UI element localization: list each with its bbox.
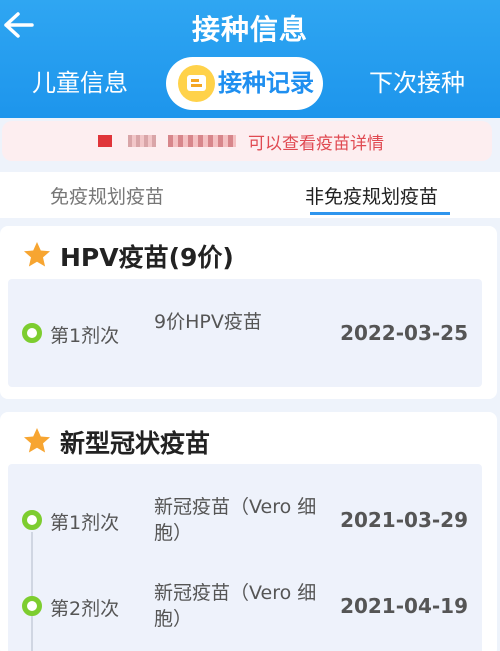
record-list: 第1剂次 新冠疫苗（Vero 细胞） 2021-03-29 第2剂次 新冠疫苗（… [8,464,482,651]
status-dot [22,323,42,343]
status-dot [22,510,42,530]
notice-banner[interactable]: 可以查看疫苗详情 [2,121,492,161]
page-title: 接种信息 [191,13,308,46]
star-icon [24,428,50,453]
record-row[interactable]: 第1剂次 9价HPV疫苗 2022-03-25 [8,279,482,387]
header-bar: 接种信息 儿童信息 接种记录 下次接种 [0,0,500,118]
vaccine-name: 新冠疫苗（Vero 细胞） [154,496,317,544]
active-tab-indicator [310,212,450,215]
redacted-block [128,135,156,147]
tab-vaccination-record[interactable]: 接种记录 [166,57,323,110]
star-icon [24,242,50,267]
redacted-block [168,135,236,147]
notice-text: 可以查看疫苗详情 [248,134,384,154]
vaccination-date: 2021-03-29 [340,508,468,532]
vaccine-name: 9价HPV疫苗 [154,311,262,333]
dose-label: 第2剂次 [50,598,120,620]
subtab-non-planned-vaccines[interactable]: 非免疫规划疫苗 [305,182,438,209]
section-title: 新型冠状疫苗 [60,429,211,458]
vaccine-name: 新冠疫苗（Vero 细胞） [154,582,317,630]
tab-child-info[interactable]: 儿童信息 [20,57,140,110]
record-list: 第1剂次 9价HPV疫苗 2022-03-25 [8,279,482,387]
dose-label: 第1剂次 [50,512,120,534]
vaccination-date: 2022-03-25 [340,321,468,345]
redacted-block [98,135,112,147]
section-title: HPV疫苗(9价) [60,243,234,272]
tab-vaccination-record-label: 接种记录 [218,69,314,97]
main-tabs: 儿童信息 接种记录 下次接种 [0,57,500,110]
record-row[interactable]: 第2剂次 新冠疫苗（Vero 细胞） 2021-04-19 [8,552,482,651]
status-dot [22,596,42,616]
vaccine-section-hpv: HPV疫苗(9价) 第1剂次 9价HPV疫苗 2022-03-25 [0,226,497,399]
record-row[interactable]: 第1剂次 新冠疫苗（Vero 细胞） 2021-03-29 [8,464,482,552]
dose-label: 第1剂次 [50,325,120,347]
sub-tabs: 免疫规划疫苗 非免疫规划疫苗 [0,172,500,218]
vaccine-section-covid: 新型冠状疫苗 第1剂次 新冠疫苗（Vero 细胞） 2021-03-29 第2剂… [0,412,497,651]
tab-next-vaccination[interactable]: 下次接种 [357,57,477,110]
subtab-planned-vaccines[interactable]: 免疫规划疫苗 [50,182,164,209]
vaccination-date: 2021-04-19 [340,594,468,618]
record-card-icon [178,65,215,102]
